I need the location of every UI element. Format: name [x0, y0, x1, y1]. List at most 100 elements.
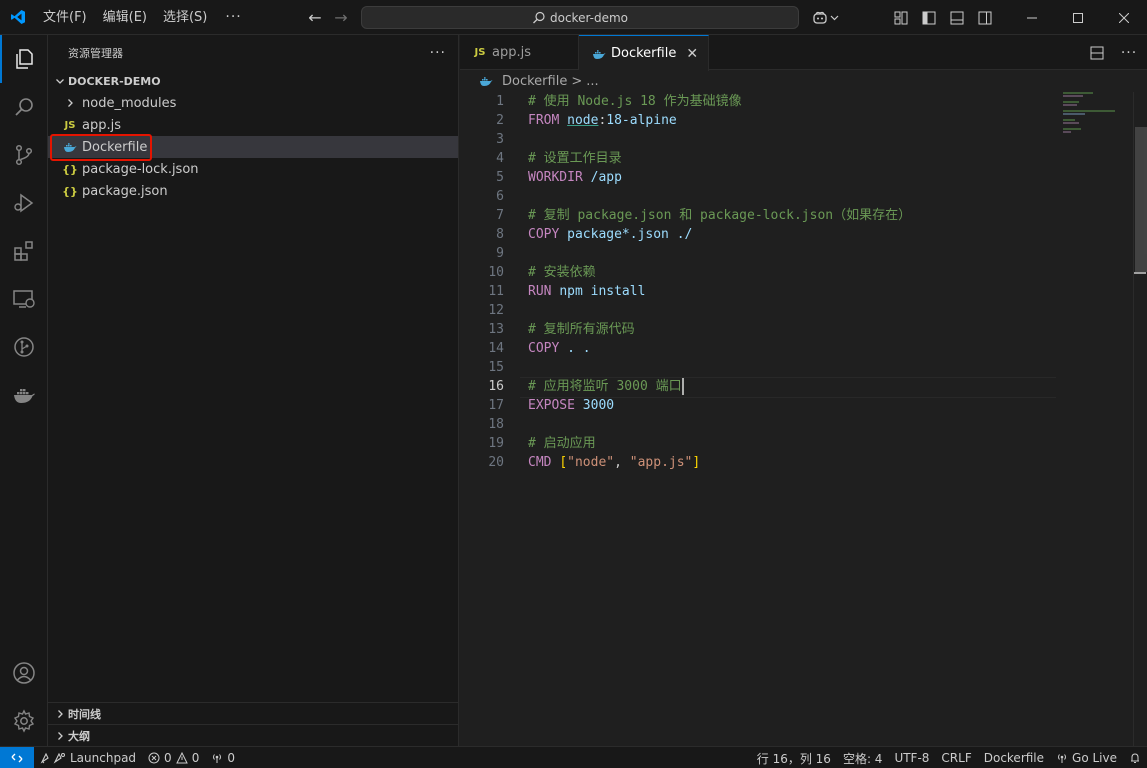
close-tab-icon[interactable]: ✕: [686, 46, 698, 62]
git-graph-icon[interactable]: [0, 323, 48, 371]
chevron-down-icon: [52, 76, 68, 86]
project-name: DOCKER-DEMO: [68, 74, 161, 88]
js-file-icon: JS: [64, 119, 76, 131]
outline-section-header[interactable]: 大纲: [48, 724, 459, 746]
command-center-search[interactable]: docker-demo: [361, 6, 799, 29]
explorer-icon[interactable]: [0, 35, 48, 83]
toggle-secondary-sidebar-icon[interactable]: [971, 0, 999, 35]
cursor-position-item[interactable]: 行 16，列 16: [751, 747, 837, 768]
tree-item-package-json[interactable]: {} package.json: [48, 180, 458, 202]
text-cursor: [681, 378, 684, 395]
code-line: 10 # 安装依赖: [488, 265, 596, 280]
go-live-item[interactable]: Go Live: [1050, 747, 1123, 768]
code-line: 11 RUN npm install: [488, 284, 646, 299]
remote-indicator-button[interactable]: [0, 746, 34, 768]
tab-label: Dockerfile: [611, 46, 677, 61]
scrollbar-thumb[interactable]: [1135, 127, 1147, 272]
code-line: 20 CMD ["node", "app.js"]: [488, 455, 701, 470]
error-count: 0: [164, 750, 172, 765]
code-line: 18: [488, 417, 504, 432]
tab-label: app.js: [492, 45, 531, 60]
run-debug-icon[interactable]: [0, 179, 48, 227]
toggle-sidebar-icon[interactable]: [915, 0, 943, 35]
code-line: 4 # 设置工作目录: [496, 151, 622, 166]
tree-item-dockerfile[interactable]: Dockerfile: [48, 134, 458, 161]
timeline-section-header[interactable]: 时间线: [48, 702, 459, 724]
forward-arrow-icon[interactable]: →: [328, 8, 354, 27]
chevron-right-icon: [62, 98, 78, 108]
code-line-current: 16 # 应用将监听 3000 端口: [460, 377, 1060, 398]
explorer-title: 资源管理器: [68, 46, 123, 60]
customize-layout-icon[interactable]: [887, 0, 915, 35]
breadcrumb-separator: >: [571, 73, 583, 89]
explorer-more-button[interactable]: ···: [430, 45, 446, 61]
minimize-button[interactable]: [1009, 0, 1055, 35]
rocket-icon: [40, 752, 65, 764]
scrollbar-cursor-mark: [1134, 272, 1146, 274]
tree-item-label: package-lock.json: [82, 161, 199, 177]
go-live-label: Go Live: [1072, 751, 1117, 765]
tree-item-package-lock-json[interactable]: {} package-lock.json: [48, 158, 458, 180]
warning-count: 0: [191, 750, 200, 765]
remote-explorer-icon[interactable]: [0, 275, 48, 323]
menu-edit[interactable]: 编辑(E): [95, 0, 155, 35]
encoding-item[interactable]: UTF-8: [888, 747, 935, 768]
eol-item[interactable]: CRLF: [935, 747, 977, 768]
split-editor-icon[interactable]: [1083, 35, 1111, 70]
language-mode-item[interactable]: Dockerfile: [978, 747, 1050, 768]
vertical-scrollbar[interactable]: [1133, 92, 1147, 746]
editor-tabs: JS app.js Dockerfile ✕ ···: [460, 35, 1147, 71]
menu-more-button[interactable]: ···: [215, 9, 251, 25]
error-icon: [148, 752, 160, 763]
problems-item[interactable]: 0 0: [142, 747, 205, 768]
editor-more-button[interactable]: ···: [1111, 35, 1147, 70]
copilot-button[interactable]: [812, 0, 839, 35]
extensions-icon[interactable]: [0, 227, 48, 275]
copilot-icon: [813, 11, 827, 24]
code-line: 8 COPY package*.json ./: [496, 227, 693, 242]
code-line: 14 COPY . .: [488, 341, 591, 356]
breadcrumb-rest[interactable]: ...: [586, 74, 598, 89]
warning-icon: [175, 751, 188, 763]
breadcrumb-file[interactable]: Dockerfile: [502, 74, 567, 89]
breadcrumb: Dockerfile > ...: [460, 70, 1147, 92]
timeline-label: 时间线: [68, 707, 101, 721]
ports-item[interactable]: 0: [205, 747, 241, 768]
indentation-item[interactable]: 空格: 4: [837, 747, 889, 768]
chevron-right-icon: [52, 709, 68, 719]
code-line: 15: [488, 360, 504, 375]
project-section-header[interactable]: DOCKER-DEMO: [48, 70, 458, 92]
close-window-button[interactable]: [1101, 0, 1147, 35]
remote-icon: [11, 753, 23, 762]
tab-app-js[interactable]: JS app.js: [460, 35, 579, 70]
menu-file[interactable]: 文件(F): [35, 0, 95, 35]
code-line: 1 # 使用 Node.js 18 作为基础镜像: [496, 94, 742, 109]
code-editor[interactable]: 1 # 使用 Node.js 18 作为基础镜像 2 FROM node:18-al…: [460, 92, 1060, 472]
tree-item-label: node_modules: [82, 95, 177, 111]
toggle-panel-icon[interactable]: [943, 0, 971, 35]
account-icon[interactable]: [0, 649, 48, 697]
docker-icon[interactable]: [0, 371, 48, 419]
settings-gear-icon[interactable]: [0, 697, 48, 745]
tree-item-label: app.js: [82, 117, 121, 133]
code-line: 17 EXPOSE 3000: [488, 398, 615, 413]
menu-selection[interactable]: 选择(S): [155, 0, 215, 35]
search-view-icon[interactable]: [0, 83, 48, 131]
tree-item-node-modules[interactable]: node_modules: [48, 92, 458, 114]
launchpad-item[interactable]: Launchpad: [34, 747, 142, 768]
broadcast-icon: [213, 753, 222, 763]
maximize-button[interactable]: [1055, 0, 1101, 35]
tab-dockerfile[interactable]: Dockerfile ✕: [579, 35, 710, 71]
title-bar: 文件(F) 编辑(E) 选择(S) ··· ← → docker-demo: [0, 0, 1147, 35]
source-control-icon[interactable]: [0, 131, 48, 179]
back-arrow-icon[interactable]: ←: [302, 8, 328, 27]
code-line: 9: [496, 246, 504, 261]
launchpad-label: Launchpad: [70, 750, 137, 765]
vscode-logo-icon[interactable]: [0, 0, 35, 35]
tree-item-app-js[interactable]: JS app.js: [48, 114, 458, 136]
notifications-item[interactable]: [1123, 747, 1147, 768]
activity-bar: [0, 35, 48, 746]
minimap[interactable]: [1063, 92, 1133, 142]
code-line: 5 WORKDIR /app: [496, 170, 622, 185]
editor-area: JS app.js Dockerfile ✕ ··· Dockerfile > …: [460, 35, 1147, 746]
